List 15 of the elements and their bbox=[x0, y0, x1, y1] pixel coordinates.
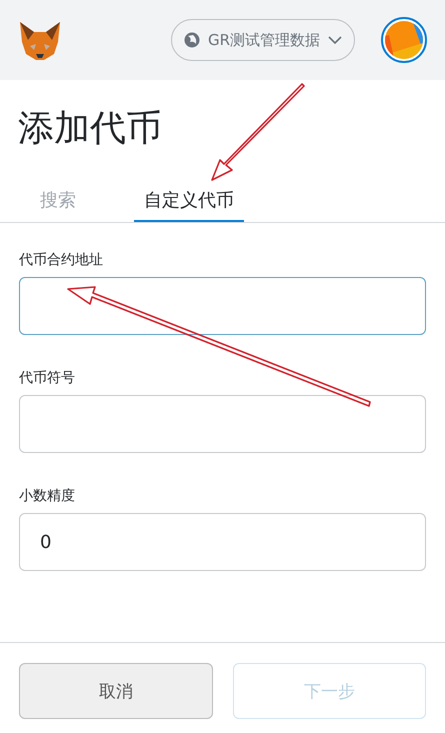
input-field[interactable]: 0 bbox=[19, 513, 426, 571]
cancel-button[interactable]: 取消 bbox=[19, 663, 212, 719]
chevron-down-icon bbox=[328, 36, 342, 44]
globe-icon bbox=[184, 32, 200, 48]
field-label: 代币合约地址 bbox=[19, 251, 103, 269]
tab[interactable]: 自定义代币 bbox=[134, 184, 244, 222]
field-label: 代币符号 bbox=[19, 369, 75, 387]
input-field[interactable] bbox=[19, 395, 426, 453]
account-avatar[interactable] bbox=[381, 17, 427, 63]
fox-logo bbox=[18, 20, 62, 60]
input-field[interactable] bbox=[19, 277, 426, 335]
page-title: 添加代币 bbox=[18, 107, 162, 151]
field-label: 小数精度 bbox=[19, 487, 75, 505]
network-name: GR测试管理数据 bbox=[208, 30, 320, 50]
network-selector[interactable]: GR测试管理数据 bbox=[170, 19, 355, 61]
